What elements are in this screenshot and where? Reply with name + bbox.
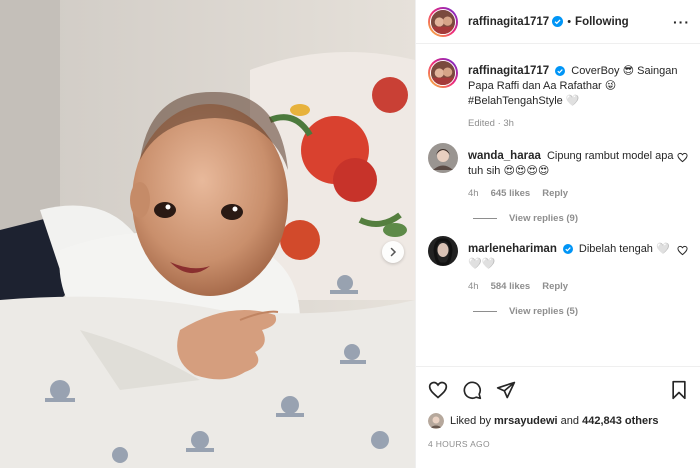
commenter-avatar-image <box>428 236 458 266</box>
caption-edited-time: Edited · 3h <box>468 118 514 129</box>
comment-button[interactable] <box>462 380 482 400</box>
comment-text-block: marlenehariman Dibelah tengah 🤍🤍🤍 <box>468 226 677 272</box>
like-button[interactable] <box>428 380 448 400</box>
post-photo[interactable] <box>0 0 415 468</box>
more-options-button[interactable]: ··· <box>673 14 690 30</box>
heart-icon <box>428 381 448 399</box>
author-avatar-image <box>431 9 455 34</box>
likes-summary: Liked by mrsayudewi and 442,843 others <box>428 413 688 429</box>
caption-meta: Edited · 3h <box>468 118 688 129</box>
share-button[interactable] <box>496 380 516 400</box>
comments-area[interactable]: raffinagita1717 CoverBoy 😎 Saingan Papa … <box>416 48 700 368</box>
verified-badge-icon <box>562 244 573 254</box>
instagram-post: raffinagita1717 • Following ··· raffinag… <box>0 0 700 468</box>
caption-text-block: raffinagita1717 CoverBoy 😎 Saingan Papa … <box>468 48 688 109</box>
view-replies-button[interactable]: View replies (5) <box>473 306 688 317</box>
save-button[interactable] <box>670 380 688 400</box>
likes-middle: and <box>557 415 583 427</box>
author-avatar[interactable] <box>428 6 458 37</box>
view-replies-button[interactable]: View replies (9) <box>473 213 688 224</box>
comment: wanda_haraa Cipung rambut model apa tuh … <box>428 133 688 199</box>
post-side-panel: raffinagita1717 • Following ··· raffinag… <box>415 0 700 468</box>
reply-button[interactable]: Reply <box>542 281 568 292</box>
commenter-avatar-image <box>428 143 458 173</box>
comment-like-button[interactable] <box>677 226 688 292</box>
verified-badge-icon <box>552 16 564 27</box>
comment-like-button[interactable] <box>677 133 688 199</box>
verified-badge-icon <box>555 66 566 76</box>
reply-button[interactable]: Reply <box>542 188 568 199</box>
heart-icon <box>677 152 688 163</box>
likes-count[interactable]: 442,843 others <box>582 415 658 427</box>
commenter-avatar[interactable] <box>428 143 458 173</box>
comment-likes[interactable]: 584 likes <box>491 281 531 292</box>
liker-avatar-image <box>428 413 444 429</box>
likes-prefix: Liked by <box>450 415 495 427</box>
liker-avatar[interactable] <box>428 413 444 429</box>
comment-username[interactable]: wanda_haraa <box>468 150 541 162</box>
following-button[interactable]: Following <box>575 16 629 28</box>
post-timestamp[interactable]: 4 HOURS AGO <box>428 439 688 449</box>
paper-plane-icon <box>496 381 516 399</box>
comment-text-block: wanda_haraa Cipung rambut model apa tuh … <box>468 133 677 179</box>
comment-username[interactable]: marlenehariman <box>468 243 557 255</box>
caption: raffinagita1717 CoverBoy 😎 Saingan Papa … <box>428 48 688 129</box>
action-bar <box>428 367 688 413</box>
bookmark-icon <box>672 380 686 400</box>
baby-photo-image <box>0 0 415 468</box>
comment-icon <box>463 381 482 400</box>
header-separator: • <box>567 15 572 28</box>
comment: marlenehariman Dibelah tengah 🤍🤍🤍 4h 584… <box>428 226 688 292</box>
heart-icon <box>677 245 688 256</box>
comment-time: 4h <box>468 188 479 199</box>
next-photo-button[interactable] <box>382 241 404 263</box>
comment-meta: 4h 584 likes Reply <box>468 281 677 292</box>
comment-time: 4h <box>468 281 479 292</box>
post-header: raffinagita1717 • Following ··· <box>416 0 700 44</box>
commenter-avatar[interactable] <box>428 236 458 266</box>
replies-divider <box>473 218 497 219</box>
caption-avatar[interactable] <box>428 58 458 88</box>
comment-likes[interactable]: 645 likes <box>491 188 531 199</box>
chevron-right-icon <box>390 247 397 257</box>
caption-avatar-image <box>431 61 455 85</box>
post-actions: Liked by mrsayudewi and 442,843 others 4… <box>416 366 700 449</box>
replies-divider <box>473 311 497 312</box>
view-replies-label: View replies (5) <box>509 306 578 317</box>
caption-username[interactable]: raffinagita1717 <box>468 65 549 77</box>
liker-username[interactable]: mrsayudewi <box>494 415 558 427</box>
author-username[interactable]: raffinagita1717 <box>468 16 549 28</box>
comment-meta: 4h 645 likes Reply <box>468 188 677 199</box>
view-replies-label: View replies (9) <box>509 213 578 224</box>
